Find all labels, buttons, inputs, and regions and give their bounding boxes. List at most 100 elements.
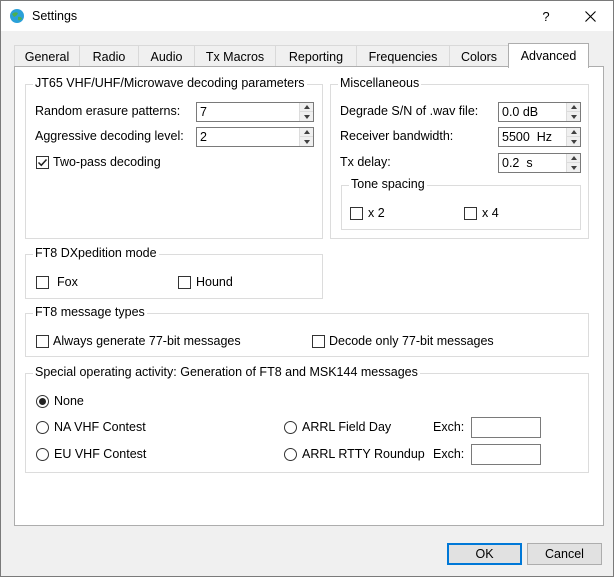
special-activity-group: Special operating activity: Generation o…	[25, 365, 589, 473]
spin-down-button[interactable]	[300, 112, 313, 121]
eu-vhf-contest-radio[interactable]	[36, 448, 49, 461]
dxpedition-group: FT8 DXpedition mode Fox Hound	[25, 246, 323, 299]
two-pass-checkbox[interactable]	[36, 156, 49, 169]
arrl-rtty-roundup-label: ARRL RTTY Roundup	[302, 447, 425, 461]
tab-label: Advanced	[520, 49, 577, 63]
tab-reporting[interactable]: Reporting	[275, 45, 357, 67]
checkmark-icon	[37, 158, 48, 167]
spin-down-button[interactable]	[567, 112, 580, 121]
spin-up-button[interactable]	[567, 128, 580, 137]
tab-tx-macros[interactable]: Tx Macros	[194, 45, 276, 67]
tone-x2-checkbox[interactable]	[350, 207, 363, 220]
jt65-group: JT65 VHF/UHF/Microwave decoding paramete…	[25, 76, 323, 239]
spin-up-button[interactable]	[300, 128, 313, 137]
spin-down-button[interactable]	[567, 137, 580, 146]
settings-window: Settings ? General Radio Audio Tx Macros…	[0, 0, 614, 577]
ok-button[interactable]: OK	[447, 543, 522, 565]
field-day-exch-input[interactable]	[471, 417, 541, 438]
tab-audio[interactable]: Audio	[138, 45, 195, 67]
tx-delay-spinbox[interactable]: 0.2 s	[498, 153, 581, 173]
tab-general[interactable]: General	[14, 45, 80, 67]
tab-radio[interactable]: Radio	[79, 45, 139, 67]
radio-selected-dot	[39, 398, 46, 405]
close-button[interactable]	[567, 1, 613, 31]
tx-delay-value: 0.2 s	[502, 156, 533, 170]
na-vhf-contest-radio[interactable]	[36, 421, 49, 434]
aggressive-level-label: Aggressive decoding level:	[35, 129, 184, 143]
down-arrow-icon	[303, 114, 310, 119]
up-arrow-icon	[570, 130, 577, 134]
tab-colors[interactable]: Colors	[449, 45, 509, 67]
help-label: ?	[542, 8, 550, 24]
hound-label: Hound	[196, 275, 233, 289]
spin-up-button[interactable]	[567, 154, 580, 163]
spin-arrows	[566, 154, 580, 172]
tab-bar: General Radio Audio Tx Macros Reporting …	[14, 43, 604, 68]
always-77bit-checkbox[interactable]	[36, 335, 49, 348]
hound-checkbox[interactable]	[178, 276, 191, 289]
down-arrow-icon	[570, 165, 577, 170]
none-radio[interactable]	[36, 395, 49, 408]
degrade-sn-label: Degrade S/N of .wav file:	[340, 104, 479, 118]
spin-arrows	[299, 128, 313, 146]
cancel-label: Cancel	[545, 547, 584, 561]
fox-label: Fox	[57, 275, 78, 289]
random-erasure-value: 7	[200, 105, 207, 119]
aggressive-level-spinbox[interactable]: 2	[196, 127, 314, 147]
special-activity-title: Special operating activity: Generation o…	[33, 365, 420, 379]
dxpedition-group-title: FT8 DXpedition mode	[33, 246, 159, 260]
tone-x4-label: x 4	[482, 206, 499, 220]
spin-down-button[interactable]	[567, 163, 580, 172]
up-arrow-icon	[570, 156, 577, 160]
down-arrow-icon	[303, 139, 310, 144]
close-icon	[584, 10, 596, 22]
down-arrow-icon	[570, 139, 577, 144]
misc-group-title: Miscellaneous	[338, 76, 422, 90]
spin-down-button[interactable]	[300, 137, 313, 146]
advanced-tab-page: JT65 VHF/UHF/Microwave decoding paramete…	[14, 66, 604, 526]
rtty-exch-label: Exch:	[433, 447, 465, 461]
up-arrow-icon	[303, 130, 310, 134]
random-erasure-spinbox[interactable]: 7	[196, 102, 314, 122]
ft8-message-types-title: FT8 message types	[33, 305, 147, 319]
degrade-sn-value: 0.0 dB	[502, 105, 539, 119]
none-label: None	[54, 394, 84, 408]
two-pass-label: Two-pass decoding	[53, 155, 161, 169]
tone-x2-label: x 2	[368, 206, 385, 220]
tab-label: Audio	[150, 49, 183, 64]
field-day-exch-label: Exch:	[433, 420, 465, 434]
receiver-bandwidth-spinbox[interactable]: 5500 Hz	[498, 127, 581, 147]
cancel-button[interactable]: Cancel	[527, 543, 602, 565]
spin-up-button[interactable]	[567, 103, 580, 112]
tone-spacing-group: Tone spacing x 2 x 4	[341, 177, 581, 230]
ft8-message-types-group: FT8 message types Always generate 77-bit…	[25, 305, 589, 357]
spin-arrows	[566, 103, 580, 121]
spin-up-button[interactable]	[300, 103, 313, 112]
arrl-field-day-radio[interactable]	[284, 421, 297, 434]
degrade-sn-spinbox[interactable]: 0.0 dB	[498, 102, 581, 122]
tone-spacing-title: Tone spacing	[349, 177, 427, 191]
title-bar: Settings ?	[1, 1, 613, 31]
tab-advanced[interactable]: Advanced	[508, 43, 589, 68]
spin-arrows	[566, 128, 580, 146]
down-arrow-icon	[570, 114, 577, 119]
random-erasure-label: Random erasure patterns:	[35, 104, 181, 118]
spin-arrows	[299, 103, 313, 121]
tab-label: Frequencies	[368, 49, 438, 64]
jt65-group-title: JT65 VHF/UHF/Microwave decoding paramete…	[33, 76, 307, 90]
misc-group: Miscellaneous Degrade S/N of .wav file: …	[330, 76, 589, 239]
fox-checkbox[interactable]	[36, 276, 49, 289]
tab-label: Colors	[460, 49, 498, 64]
decode-only-77bit-label: Decode only 77-bit messages	[329, 334, 494, 348]
eu-vhf-contest-label: EU VHF Contest	[54, 447, 147, 461]
tab-frequencies[interactable]: Frequencies	[356, 45, 450, 67]
tab-label: Reporting	[288, 49, 344, 64]
arrl-rtty-roundup-radio[interactable]	[284, 448, 297, 461]
always-77bit-label: Always generate 77-bit messages	[53, 334, 241, 348]
na-vhf-contest-label: NA VHF Contest	[54, 420, 146, 434]
help-button[interactable]: ?	[528, 1, 564, 31]
up-arrow-icon	[570, 105, 577, 109]
decode-only-77bit-checkbox[interactable]	[312, 335, 325, 348]
rtty-exch-input[interactable]	[471, 444, 541, 465]
tone-x4-checkbox[interactable]	[464, 207, 477, 220]
